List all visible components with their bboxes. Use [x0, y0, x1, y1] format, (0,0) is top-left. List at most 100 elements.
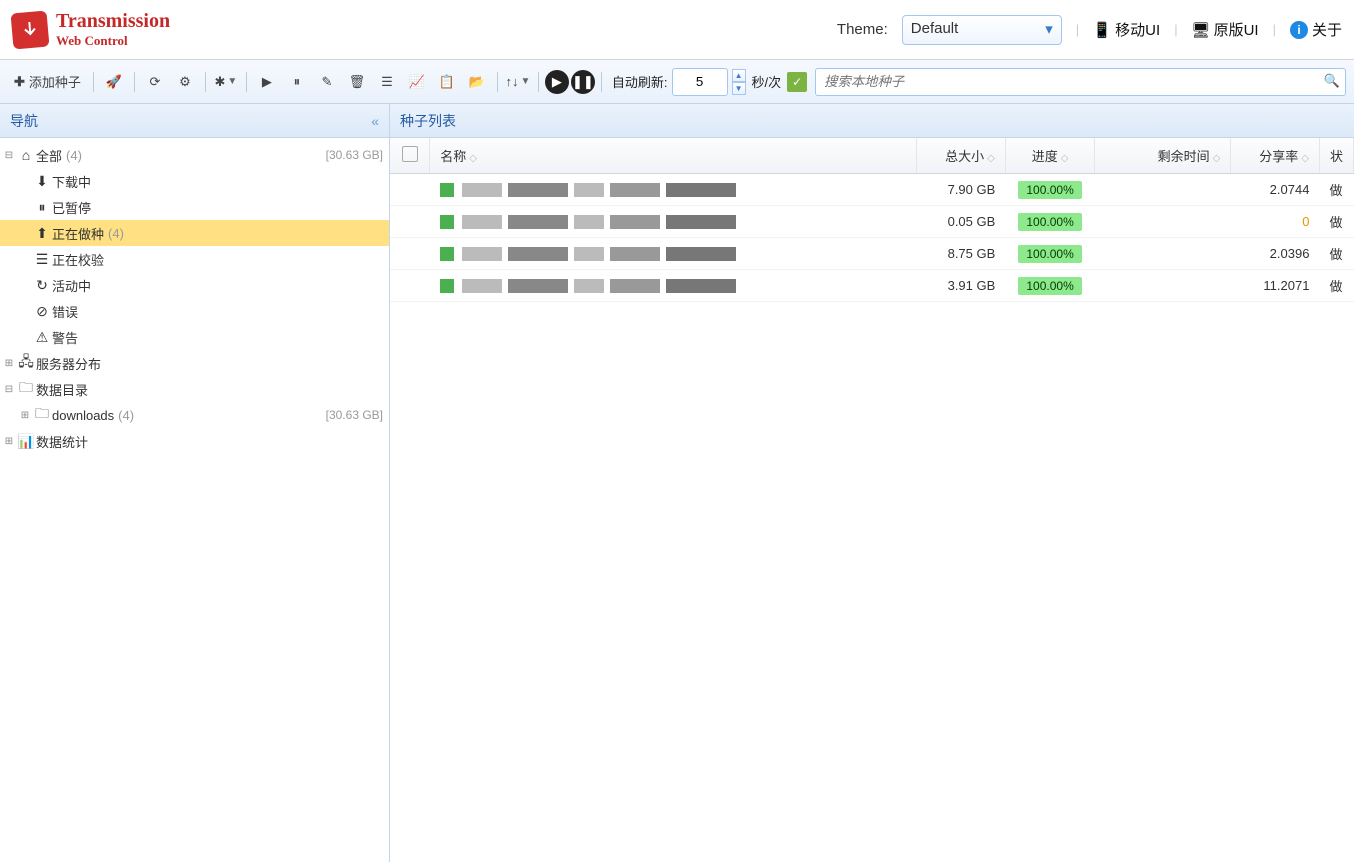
puzzle-icon: ✱	[215, 74, 226, 90]
table-row[interactable]: 8.75 GB 100.00% 2.0396 做	[390, 238, 1354, 270]
nav-seeding[interactable]: ⬆ 正在做种 (4)	[0, 220, 389, 246]
progress-badge: 100.00%	[1018, 277, 1081, 295]
warning-icon: ⚠	[32, 329, 52, 346]
refresh-interval-input[interactable]	[672, 68, 728, 96]
col-remaining[interactable]: 剩余时间◇	[1095, 138, 1231, 174]
table-row[interactable]: 3.91 GB 100.00% 11.2071 做	[390, 270, 1354, 302]
original-ui-link[interactable]: 🖥 原版UI	[1192, 19, 1259, 40]
nav-error[interactable]: ⊘ 错误	[0, 298, 389, 324]
folder-icon: 🗀	[32, 403, 52, 427]
search-input[interactable]	[815, 68, 1346, 96]
refresh-toggle[interactable]: ✓	[787, 72, 807, 92]
torrent-name-cell	[440, 247, 907, 261]
table-header-row: 名称◇ 总大小◇ 进度◇ 剩余时间◇ 分享率◇ 状	[390, 138, 1354, 174]
start-all-button[interactable]: ▶	[545, 70, 569, 94]
home-icon: ⌂	[16, 147, 36, 163]
about-link[interactable]: i 关于	[1290, 19, 1342, 40]
reload-icon: ⟳	[149, 74, 160, 90]
table-row[interactable]: 7.90 GB 100.00% 2.0744 做	[390, 174, 1354, 206]
settings-button[interactable]: ⚙	[171, 68, 199, 96]
logo: Transmission Web Control	[12, 10, 170, 49]
main-title: 种子列表	[400, 111, 456, 131]
cell-status: 做	[1319, 238, 1353, 270]
gear-icon: ⚙	[179, 74, 191, 90]
pause-circle-icon: ⏸	[32, 199, 52, 216]
spinner-up-icon[interactable]: ▲	[732, 69, 746, 82]
expander-icon[interactable]: ⊞	[2, 358, 16, 369]
col-progress[interactable]: 进度◇	[1005, 138, 1095, 174]
main-panel: 种子列表 名称◇ 总大小◇ 进度◇ 剩余时间◇ 分享率◇ 状	[390, 104, 1354, 862]
add-torrent-button[interactable]: ✚ 添加种子	[8, 68, 87, 96]
expander-icon[interactable]: ⊟	[2, 384, 16, 395]
cell-status: 做	[1319, 206, 1353, 238]
delete-button[interactable]: 🗑	[343, 68, 371, 96]
nav-servers[interactable]: ⊞ 🖧 服务器分布	[0, 350, 389, 376]
expander-icon[interactable]: ⊞	[2, 436, 16, 447]
pause-fill-icon: ❚❚	[572, 74, 594, 90]
nav-downloads-folder[interactable]: ⊞ 🗀 downloads (4) [30.63 GB]	[0, 402, 389, 428]
upload-icon: ⬆	[32, 225, 52, 242]
start-button[interactable]: 🚀	[100, 68, 128, 96]
folder-move-icon: 📂	[469, 74, 485, 90]
reload-button[interactable]: ⟳	[141, 68, 169, 96]
sidebar-header: 导航 «	[0, 104, 389, 138]
play-button[interactable]: ▶	[253, 68, 281, 96]
edit-button[interactable]: ✎	[313, 68, 341, 96]
collapse-sidebar-button[interactable]: «	[371, 113, 379, 129]
col-status[interactable]: 状	[1319, 138, 1353, 174]
auto-refresh-label: 自动刷新:	[612, 72, 668, 91]
status-square-icon	[440, 279, 454, 293]
copy-button[interactable]: 📋	[433, 68, 461, 96]
status-square-icon	[440, 215, 454, 229]
col-checkbox[interactable]	[390, 138, 430, 174]
pause-button[interactable]: ⏸	[283, 68, 311, 96]
cell-remaining	[1095, 206, 1231, 238]
download-icon: ⬇	[32, 173, 52, 190]
nav-warning[interactable]: ⚠ 警告	[0, 324, 389, 350]
col-size[interactable]: 总大小◇	[917, 138, 1006, 174]
cell-remaining	[1095, 174, 1231, 206]
spinner-down-icon[interactable]: ▼	[732, 82, 746, 95]
col-ratio[interactable]: 分享率◇	[1231, 138, 1320, 174]
expander-icon[interactable]: ⊞	[18, 410, 32, 421]
chart-button[interactable]: 📈	[403, 68, 431, 96]
table-row[interactable]: 0.05 GB 100.00% 0 做	[390, 206, 1354, 238]
desktop-icon: 🖥	[1192, 21, 1210, 39]
nav-active[interactable]: ↻ 活动中	[0, 272, 389, 298]
refresh-spinner[interactable]: ▲▼	[732, 69, 746, 95]
col-name[interactable]: 名称◇	[430, 138, 917, 174]
sort-button[interactable]: ↑↓▼	[504, 68, 532, 96]
nav-data-dir[interactable]: ⊟ 🗀 数据目录	[0, 376, 389, 402]
verify-icon: ☰	[381, 74, 393, 90]
app-icon	[10, 10, 49, 49]
mobile-ui-link[interactable]: 📱 移动UI	[1093, 19, 1160, 40]
nav-all[interactable]: ⊟ ⌂ 全部 (4) [30.63 GB]	[0, 142, 389, 168]
move-button[interactable]: 📂	[463, 68, 491, 96]
nav-downloading[interactable]: ⬇ 下载中	[0, 168, 389, 194]
sort-icon: ◇	[469, 153, 477, 164]
nav-paused[interactable]: ⏸ 已暂停	[0, 194, 389, 220]
sidebar: 导航 « ⊟ ⌂ 全部 (4) [30.63 GB] ⬇ 下载中 ⏸ 已暂停 ⬆…	[0, 104, 390, 862]
expander-icon[interactable]: ⊟	[2, 150, 16, 161]
play-fill-icon: ▶	[552, 74, 562, 90]
recheck-button[interactable]: ☰	[373, 68, 401, 96]
search-icon[interactable]: 🔍	[1324, 73, 1340, 89]
cell-size: 0.05 GB	[917, 206, 1006, 238]
plugins-button[interactable]: ✱▼	[212, 68, 240, 96]
nav-checking[interactable]: ☰ 正在校验	[0, 246, 389, 272]
header: Transmission Web Control Theme: Default …	[0, 0, 1354, 60]
cell-size: 8.75 GB	[917, 238, 1006, 270]
main-header: 种子列表	[390, 104, 1354, 138]
progress-badge: 100.00%	[1018, 181, 1081, 199]
pause-icon: ⏸	[294, 74, 301, 90]
theme-select[interactable]: Default	[902, 15, 1062, 45]
sort-icon: ◇	[1213, 153, 1221, 164]
cell-remaining	[1095, 270, 1231, 302]
pause-all-button[interactable]: ❚❚	[571, 70, 595, 94]
nav-stats[interactable]: ⊞ 📊 数据统计	[0, 428, 389, 454]
blurred-name	[462, 215, 736, 229]
app-title: Transmission	[56, 10, 170, 33]
select-all-checkbox[interactable]	[402, 146, 418, 162]
clipboard-icon: 📋	[439, 74, 455, 90]
play-icon: ▶	[262, 74, 272, 90]
